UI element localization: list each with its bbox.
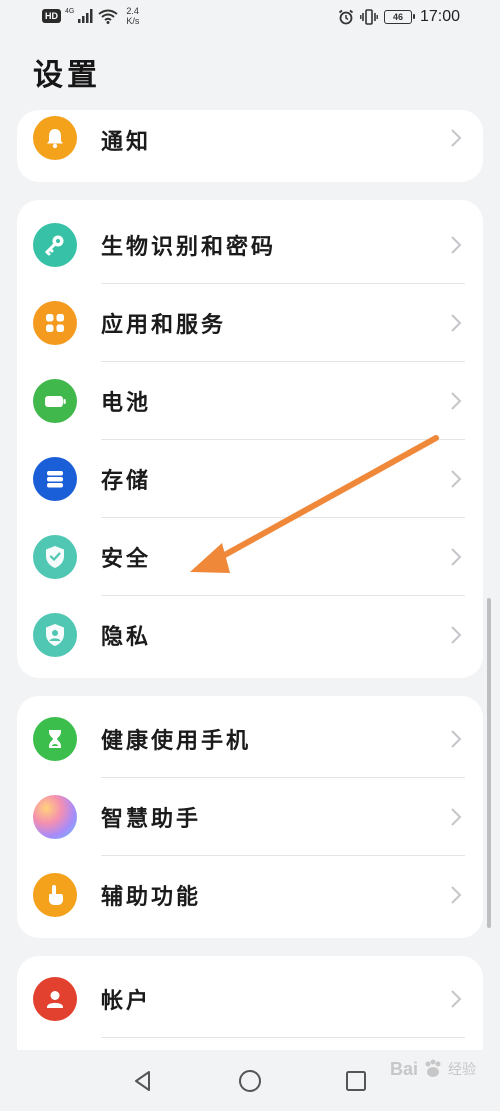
speed-unit: K/s	[126, 16, 140, 26]
status-clock: 17:00	[419, 8, 460, 25]
settings-group-notifications: 通知	[17, 110, 483, 182]
bell-icon	[33, 116, 77, 160]
settings-item-label: 生物识别和密码	[101, 235, 277, 260]
network-type: 4G	[65, 7, 75, 15]
divider	[101, 1037, 465, 1038]
home-circle-icon[interactable]	[237, 1068, 263, 1094]
page-title: 设置	[33, 58, 101, 93]
vibrate-icon	[360, 9, 378, 25]
settings-item-accessibility[interactable]: 辅助功能	[17, 856, 483, 934]
settings-item-label: 智慧助手	[101, 807, 202, 832]
settings-item-smart-assistant[interactable]: 智慧助手	[17, 778, 483, 856]
scrollbar[interactable]	[487, 598, 491, 928]
hand-pointer-icon	[33, 873, 77, 917]
recents-square-icon[interactable]	[343, 1068, 369, 1094]
settings-item-label: 电池	[101, 391, 152, 416]
settings-item-label: 通知	[101, 130, 152, 155]
chevron-right-icon	[451, 392, 462, 410]
settings-group-assistance: 健康使用手机 智慧助手 辅助功能	[17, 696, 483, 938]
settings-item-notifications[interactable]: 通知	[17, 110, 483, 168]
alarm-icon	[338, 9, 354, 25]
battery-indicator: 46	[383, 10, 415, 24]
settings-item-label: 健康使用手机	[101, 729, 252, 754]
settings-item-label: 帐户	[101, 989, 152, 1014]
settings-item-label: 存储	[101, 469, 152, 494]
settings-item-biometrics[interactable]: 生物识别和密码	[17, 206, 483, 284]
settings-item-battery[interactable]: 电池	[17, 362, 483, 440]
hourglass-icon	[33, 717, 77, 761]
settings-item-label: 安全	[101, 547, 152, 572]
status-bar: HD 4G 2.4 K/s 46 17:00	[0, 0, 500, 36]
apps-grid-icon	[33, 301, 77, 345]
hd-badge: HD	[42, 9, 61, 23]
key-icon	[33, 223, 77, 267]
chevron-right-icon	[451, 990, 462, 1008]
chevron-right-icon	[451, 626, 462, 644]
assistant-orb-icon	[33, 795, 77, 839]
paw-logo-icon	[425, 1059, 441, 1077]
battery-icon	[33, 379, 77, 423]
chevron-right-icon	[451, 548, 462, 566]
chevron-right-icon	[451, 129, 462, 147]
settings-item-label: 辅助功能	[101, 885, 202, 910]
network-speed: 2.4 K/s	[126, 6, 139, 26]
chevron-right-icon	[451, 808, 462, 826]
storage-icon	[33, 457, 77, 501]
settings-group-accounts: 帐户	[17, 956, 483, 1056]
user-icon	[33, 977, 77, 1021]
settings-item-digital-balance[interactable]: 健康使用手机	[17, 700, 483, 778]
settings-item-privacy[interactable]: 隐私	[17, 596, 483, 674]
status-left: HD 4G 2.4 K/s	[42, 6, 139, 26]
watermark: Bai 经验	[390, 1058, 476, 1080]
privacy-shield-icon	[33, 613, 77, 657]
settings-group-security: 生物识别和密码 应用和服务 电池 存储 安全 隐私	[17, 200, 483, 678]
settings-item-account[interactable]: 帐户	[17, 960, 483, 1038]
chevron-right-icon	[451, 236, 462, 254]
chevron-right-icon	[451, 314, 462, 332]
watermark-brand: Bai	[389, 1058, 418, 1079]
shield-check-icon	[33, 535, 77, 579]
settings-item-label: 隐私	[101, 625, 152, 650]
speed-value: 2.4	[126, 6, 139, 16]
settings-item-apps-services[interactable]: 应用和服务	[17, 284, 483, 362]
status-right: 46 17:00	[338, 8, 460, 26]
chevron-right-icon	[451, 730, 462, 748]
chevron-right-icon	[451, 470, 462, 488]
watermark-suffix: 经验	[448, 1061, 476, 1077]
wifi-icon	[98, 9, 118, 24]
settings-item-security[interactable]: 安全	[17, 518, 483, 596]
back-triangle-icon[interactable]	[130, 1068, 156, 1094]
signal-icon	[78, 9, 93, 23]
settings-item-label: 应用和服务	[101, 313, 227, 338]
settings-item-storage[interactable]: 存储	[17, 440, 483, 518]
chevron-right-icon	[451, 886, 462, 904]
